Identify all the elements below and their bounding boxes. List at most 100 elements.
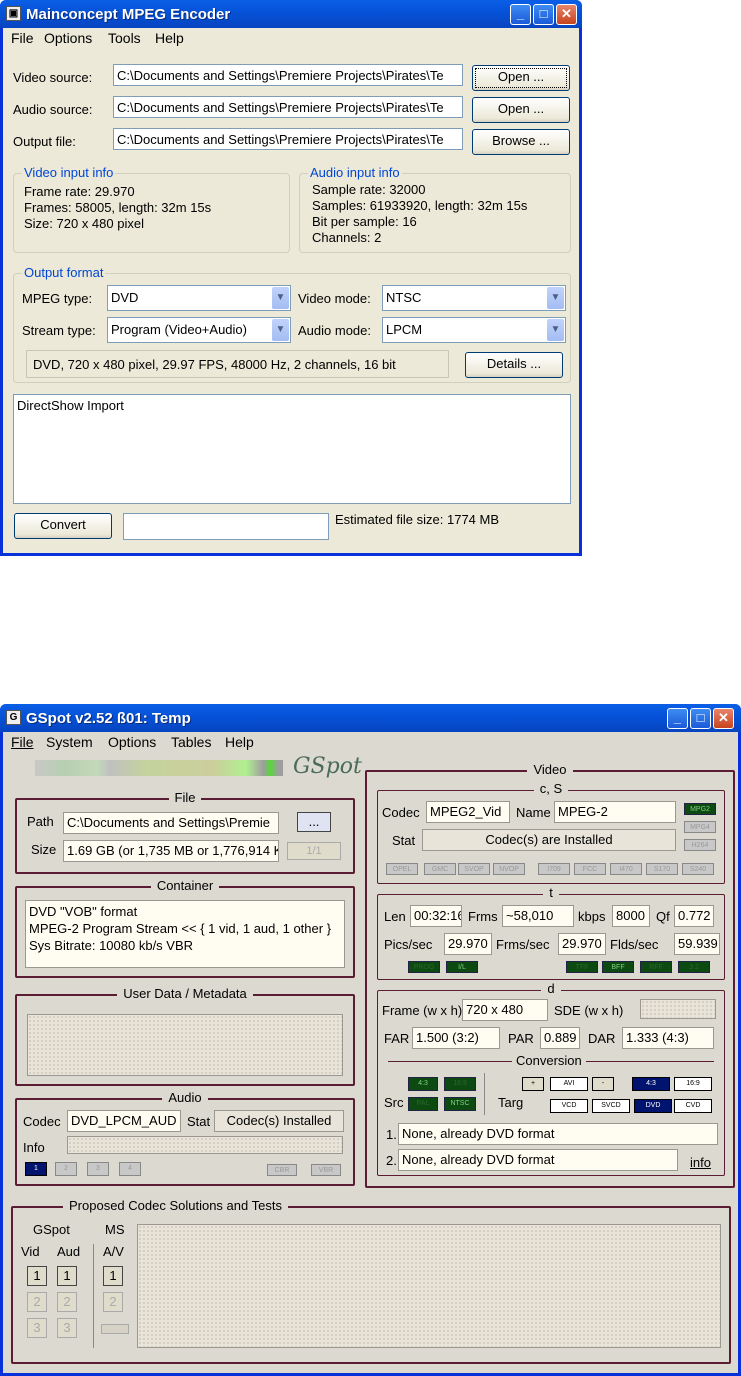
user-data-area [27,1014,343,1076]
audio-mode-label: Audio mode: [298,323,371,338]
menu-tables[interactable]: Tables [171,734,211,750]
fourcc-tag: GMC [424,863,456,875]
info-line: Frames: 58005, length: 32m 15s [24,200,212,215]
audio-tab-2[interactable]: 2 [55,1162,77,1176]
audio-tab-4[interactable]: 4 [119,1162,141,1176]
targ-avi-button[interactable]: AVI [550,1077,588,1091]
video-input-info: Video input info Frame rate: 29.970 Fram… [13,165,290,253]
qf-label: Qf [656,909,670,924]
fourcc-tag: I709 [538,863,570,875]
output-file-label: Output file: [13,134,76,149]
audio-source-label: Audio source: [13,102,93,117]
vid-test-2[interactable]: 2 [27,1292,47,1312]
par-label: PAR [508,1031,534,1046]
video-source-field[interactable]: C:\Documents and Settings\Premiere Proje… [113,64,463,86]
info-link[interactable]: info [690,1155,711,1170]
chevron-down-icon[interactable]: ▼ [547,319,564,341]
dar-label: DAR [588,1031,616,1046]
mc-titlebar[interactable]: ▣ Mainconcept MPEG Encoder _ □ ✕ [0,0,582,28]
chevron-down-icon[interactable]: ▼ [547,287,564,309]
targ-dvd-button[interactable]: DVD [634,1099,672,1113]
flds-field: 59.939 [674,933,720,955]
targ-169-button[interactable]: 16:9 [674,1077,712,1091]
av-test-2[interactable]: 2 [103,1292,123,1312]
output-file-field[interactable]: C:\Documents and Settings\Premiere Proje… [113,128,463,150]
browse-button[interactable]: ... [297,812,331,832]
video-codec-field: MPEG2_Vid [426,801,510,823]
audio-mode-value: LPCM [386,322,423,337]
mpeg-type-select[interactable]: DVD ▼ [107,285,291,311]
maximize-button[interactable]: □ [533,4,554,25]
browse-button[interactable]: Browse ... [472,129,570,155]
targ-minus-button[interactable]: - [592,1077,614,1091]
vid-test-1[interactable]: 1 [27,1266,47,1286]
chevron-down-icon[interactable]: ▼ [272,287,289,309]
video-mode-label: Video mode: [298,291,371,306]
aud-test-1[interactable]: 1 [57,1266,77,1286]
fourcc-tag: S240 [682,863,714,875]
codec-solutions-group: Proposed Codec Solutions and Tests GSpot… [11,1198,731,1364]
targ-cvd-button[interactable]: CVD [674,1099,712,1113]
audio-heading: Audio [162,1090,208,1105]
audio-open-button[interactable]: Open ... [472,97,570,123]
conversion-heading: Conversion [512,1053,586,1068]
log-area[interactable]: DirectShow Import [13,394,571,504]
frmsec-field: 29.970 [558,933,606,955]
video-mode-select[interactable]: NTSC ▼ [382,285,566,311]
info-line: Channels: 2 [312,230,382,245]
av-test-3[interactable] [101,1324,129,1334]
mc-title: Mainconcept MPEG Encoder [26,6,231,23]
audio-tab-3[interactable]: 3 [87,1162,109,1176]
minimize-button[interactable]: _ [510,4,531,25]
format-summary: DVD, 720 x 480 pixel, 29.97 FPS, 48000 H… [26,350,449,378]
targ-43-button[interactable]: 4:3 [632,1077,670,1091]
aud-test-3[interactable]: 3 [57,1318,77,1338]
audio-mode-select[interactable]: LPCM ▼ [382,317,566,343]
audio-source-field[interactable]: C:\Documents and Settings\Premiere Proje… [113,96,463,118]
stream-type-select[interactable]: Program (Video+Audio) ▼ [107,317,291,343]
targ-vcd-button[interactable]: VCD [550,1099,588,1113]
targ-svcd-button[interactable]: SVCD [592,1099,630,1113]
path-field[interactable]: C:\Documents and Settings\Premie [63,812,279,834]
gs-titlebar[interactable]: G GSpot v2.52 ß01: Temp _ □ ✕ [0,704,741,732]
menu-tools[interactable]: Tools [108,30,141,46]
frms-field: ~58,010 [502,905,574,927]
mpg2-tag: MPG2 [684,803,716,815]
close-button[interactable]: ✕ [713,708,734,729]
fourcc-tag: OPEL [386,863,418,875]
chevron-down-icon[interactable]: ▼ [272,319,289,341]
frms-label: Frms [468,909,498,924]
audio-stat-field: Codec(s) Installed [214,1110,344,1132]
maximize-button[interactable]: □ [690,708,711,729]
far-field: 1.500 (3:2) [412,1027,500,1049]
menu-help[interactable]: Help [225,734,254,750]
name-label: Name [516,805,551,820]
convert-button[interactable]: Convert [14,513,112,539]
menu-options[interactable]: Options [44,30,92,46]
sde-field [640,999,716,1019]
info-line: Samples: 61933920, length: 32m 15s [312,198,528,213]
audio-tab-1[interactable]: 1 [25,1162,47,1176]
video-open-button[interactable]: Open ... [472,65,570,91]
len-label: Len [384,909,406,924]
conversion-1: None, already DVD format [398,1123,718,1145]
menu-file[interactable]: File [11,734,34,750]
src-169-tag: 16:9 [444,1077,476,1091]
menu-help[interactable]: Help [155,30,184,46]
conv-num-2: 2. [386,1153,397,1168]
details-button[interactable]: Details ... [465,352,563,378]
minimize-button[interactable]: _ [667,708,688,729]
menu-system[interactable]: System [46,734,93,750]
close-button[interactable]: ✕ [556,4,577,25]
av-test-1[interactable]: 1 [103,1266,123,1286]
file-group: File Path C:\Documents and Settings\Prem… [15,790,355,874]
menu-options[interactable]: Options [108,734,156,750]
stat-label: Stat [392,833,416,848]
aud-test-2[interactable]: 2 [57,1292,77,1312]
targ-plus-button[interactable]: + [522,1077,544,1091]
menu-file[interactable]: File [11,30,34,46]
info-line: Bit per sample: 16 [312,214,417,229]
frame-field: 720 x 480 [462,999,548,1021]
vid-test-3[interactable]: 3 [27,1318,47,1338]
h264-tag: H264 [684,839,716,851]
